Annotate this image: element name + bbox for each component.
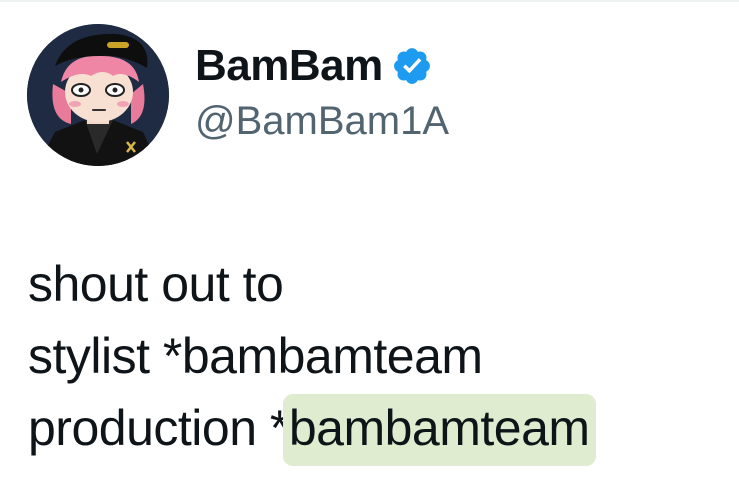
tweet-line-prefix: production * xyxy=(28,400,289,456)
tweet-line: stylist *bambamteam xyxy=(28,328,483,384)
tweet-text: shout out to stylist *bambamteam product… xyxy=(28,248,596,466)
avatar[interactable] xyxy=(27,24,169,166)
display-name[interactable]: BamBam xyxy=(195,40,383,92)
avatar-illustration xyxy=(27,24,169,166)
highlighted-text: bambamteam xyxy=(282,394,596,466)
user-handle[interactable]: @BamBam1A xyxy=(195,95,449,147)
verified-badge-icon[interactable] xyxy=(391,45,433,87)
tweet-line: shout out to xyxy=(28,256,284,312)
tweet-line: production *bambamteam xyxy=(28,392,596,466)
divider xyxy=(0,0,739,2)
